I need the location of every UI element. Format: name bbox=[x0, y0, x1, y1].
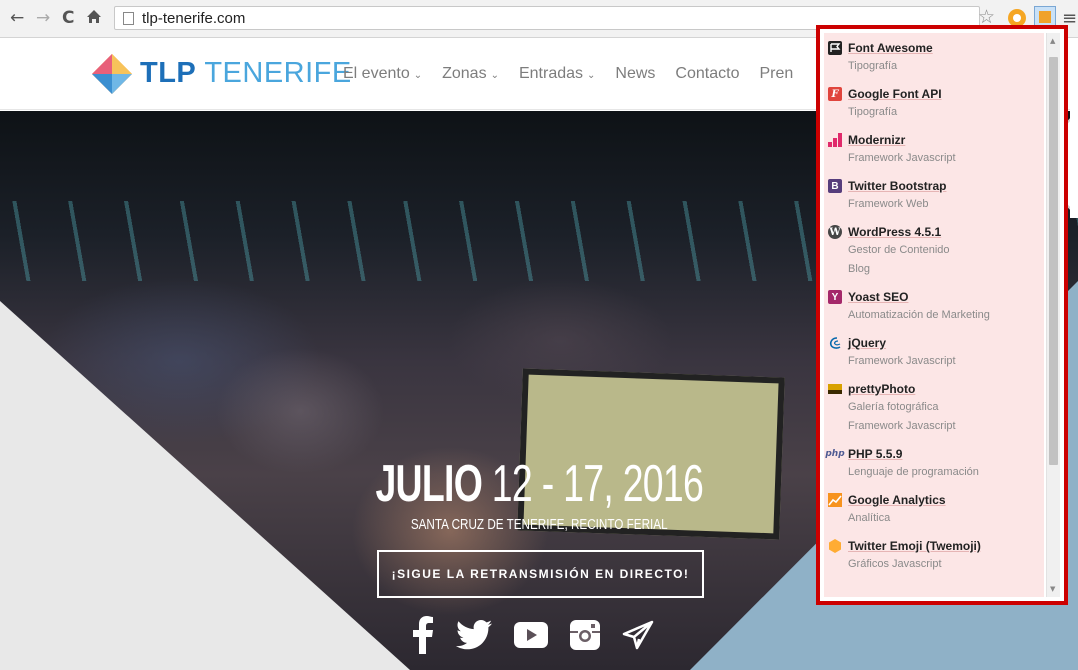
yoast-icon: Y bbox=[828, 290, 842, 304]
list-item: jQuery Framework Javascript bbox=[824, 328, 1044, 374]
home-icon[interactable] bbox=[86, 9, 102, 28]
tech-name-font-awesome[interactable]: Font Awesome bbox=[848, 41, 933, 55]
tech-category[interactable]: Blog bbox=[848, 260, 1044, 279]
nav-item-entradas[interactable]: Entradas ⌄ bbox=[519, 65, 595, 83]
tech-category[interactable]: Gráficos Javascript bbox=[848, 555, 1044, 574]
google-font-api-icon: F bbox=[828, 87, 842, 101]
list-item: B Twitter Bootstrap Framework Web bbox=[824, 171, 1044, 217]
popup-scrollbar[interactable]: ▲ ▼ bbox=[1046, 33, 1060, 597]
php-icon: php bbox=[825, 449, 845, 459]
tech-category[interactable]: Analítica bbox=[848, 509, 1044, 528]
tech-category[interactable]: Tipografía bbox=[848, 103, 1044, 122]
tech-category[interactable]: Framework Web bbox=[848, 195, 1044, 214]
instagram-icon[interactable] bbox=[570, 620, 600, 650]
site-logo[interactable]: TLP TENERIFE bbox=[140, 57, 352, 90]
list-item: Y Yoast SEO Automatización de Marketing bbox=[824, 282, 1044, 328]
tech-category[interactable]: Automatización de Marketing bbox=[848, 306, 1044, 325]
event-date: JULIO 12 - 17, 2016 bbox=[375, 455, 704, 513]
nav-item-news[interactable]: News bbox=[615, 65, 655, 83]
tech-category[interactable]: Framework Javascript bbox=[848, 352, 1044, 371]
prettyphoto-icon bbox=[828, 382, 842, 396]
list-item: F Google Font API Tipografía bbox=[824, 79, 1044, 125]
social-links bbox=[412, 616, 654, 654]
reload-icon[interactable]: C bbox=[62, 9, 74, 27]
font-awesome-icon bbox=[828, 41, 842, 55]
google-analytics-icon bbox=[828, 493, 842, 507]
scrollbar-thumb[interactable] bbox=[1049, 57, 1058, 465]
scroll-up-arrow-icon[interactable]: ▲ bbox=[1050, 37, 1055, 45]
nav-item-prensa[interactable]: Pren bbox=[759, 65, 793, 83]
list-item: Twitter Emoji (Twemoji) Gráficos Javascr… bbox=[824, 531, 1044, 577]
list-item: Font Awesome Tipografía bbox=[824, 33, 1044, 79]
technologies-popup: Font Awesome Tipografía F Google Font AP… bbox=[816, 25, 1068, 605]
nav-item-contacto[interactable]: Contacto bbox=[675, 65, 739, 83]
tech-name-jquery[interactable]: jQuery bbox=[848, 336, 886, 350]
scroll-down-arrow-icon[interactable]: ▼ bbox=[1050, 585, 1055, 593]
list-item: php PHP 5.5.9 Lenguaje de programación bbox=[824, 439, 1044, 485]
logo-bold: TLP bbox=[140, 57, 197, 89]
bookmark-star-icon[interactable]: ☆ bbox=[978, 6, 996, 28]
chevron-down-icon: ⌄ bbox=[490, 70, 499, 81]
tech-category[interactable]: Framework Javascript bbox=[848, 149, 1044, 168]
tech-category[interactable]: Lenguaje de programación bbox=[848, 463, 1044, 482]
page-icon bbox=[123, 12, 134, 25]
tech-name-twemoji[interactable]: Twitter Emoji (Twemoji) bbox=[848, 539, 981, 553]
tech-category[interactable]: Gestor de Contenido bbox=[848, 241, 1044, 260]
youtube-icon[interactable] bbox=[514, 622, 548, 648]
tech-name-yoast-seo[interactable]: Yoast SEO bbox=[848, 290, 908, 304]
twemoji-icon bbox=[828, 539, 842, 553]
tech-name-wordpress[interactable]: WordPress 4.5.1 bbox=[848, 225, 941, 239]
url-text: tlp-tenerife.com bbox=[142, 10, 246, 27]
tech-name-google-font-api[interactable]: Google Font API bbox=[848, 87, 942, 101]
chevron-down-icon: ⌄ bbox=[413, 70, 423, 81]
live-stream-button[interactable]: ¡SIGUE LA RETRANSMISIÓN EN DIRECTO! bbox=[377, 550, 704, 598]
site-nav: El evento ⌄ Zonas ⌄ Entradas ⌄ News Contact… bbox=[343, 65, 813, 83]
tech-name-google-analytics[interactable]: Google Analytics bbox=[848, 493, 946, 507]
paper-plane-icon[interactable] bbox=[622, 620, 654, 650]
facebook-icon[interactable] bbox=[412, 616, 434, 654]
modernizr-icon bbox=[828, 133, 842, 147]
tech-category[interactable]: Tipografía bbox=[848, 57, 1044, 76]
tech-name-php[interactable]: PHP 5.5.9 bbox=[848, 447, 902, 461]
tech-name-twitter-bootstrap[interactable]: Twitter Bootstrap bbox=[848, 179, 946, 193]
twitter-icon[interactable] bbox=[456, 620, 492, 650]
nav-item-el-evento[interactable]: El evento ⌄ bbox=[343, 65, 422, 83]
list-item: Modernizr Framework Javascript bbox=[824, 125, 1044, 171]
tech-name-prettyphoto[interactable]: prettyPhoto bbox=[848, 382, 915, 396]
list-item: prettyPhoto Galería fotográfica Framewor… bbox=[824, 374, 1044, 439]
jquery-icon bbox=[828, 336, 842, 350]
wordpress-icon: W bbox=[828, 225, 842, 239]
list-item: Google Analytics Analítica bbox=[824, 485, 1044, 531]
technologies-list: Font Awesome Tipografía F Google Font AP… bbox=[824, 33, 1044, 597]
forward-arrow-icon[interactable]: → bbox=[36, 9, 50, 27]
bootstrap-icon: B bbox=[828, 179, 842, 193]
tech-category[interactable]: Galería fotográfica bbox=[848, 398, 1044, 417]
tech-category[interactable]: Framework Javascript bbox=[848, 417, 1044, 436]
logo-light: TENERIFE bbox=[204, 57, 352, 89]
chevron-down-icon: ⌄ bbox=[587, 70, 596, 81]
popup-edge bbox=[1070, 108, 1078, 218]
tech-name-modernizr[interactable]: Modernizr bbox=[848, 133, 905, 147]
nav-item-zonas[interactable]: Zonas ⌄ bbox=[442, 65, 499, 83]
tlp-logo-icon[interactable] bbox=[92, 54, 132, 94]
back-arrow-icon[interactable]: ← bbox=[10, 9, 24, 27]
list-item: W WordPress 4.5.1 Gestor de Contenido Bl… bbox=[824, 217, 1044, 282]
